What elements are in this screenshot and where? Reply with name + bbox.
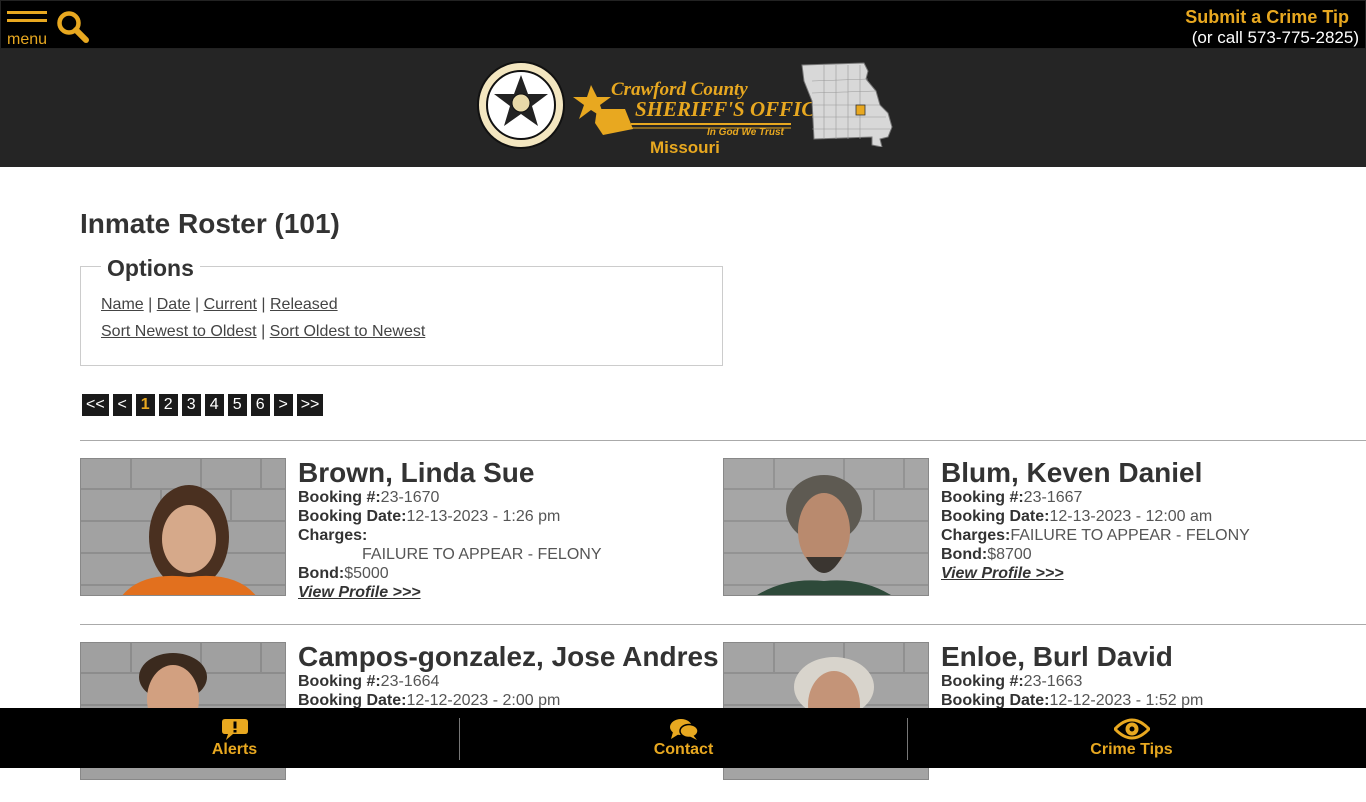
sort-links: Sort Newest to Oldest | Sort Oldest to N… (101, 323, 425, 341)
page-4[interactable]: 4 (204, 394, 224, 416)
sheriff-office-logo[interactable]: Crawford County SHERIFF'S OFFICE In God … (573, 79, 829, 139)
missouri-map-icon (801, 62, 893, 147)
nav-contact-label: Contact (653, 741, 714, 758)
page-prev[interactable]: < (112, 394, 132, 416)
page-first[interactable]: << (82, 394, 109, 416)
pagination: << < 1 2 3 4 5 6 > >> (82, 394, 324, 416)
nav-crime-tips[interactable]: Crime Tips (904, 708, 1359, 768)
inmate-photo[interactable] (723, 458, 929, 596)
inmate-name: Enloe, Burl David (941, 641, 1173, 672)
booking-num: 23-1667 (1023, 489, 1083, 506)
logo-state-text: Missouri (650, 138, 720, 157)
filter-name-link[interactable]: Name (101, 296, 144, 313)
separator: | (256, 323, 270, 340)
eye-icon (1113, 718, 1150, 740)
nav-alerts-label: Alerts (211, 741, 258, 758)
top-bar: menu Submit a Crime Tip (or call 573-775… (0, 0, 1366, 49)
bond-amount: $8700 (987, 546, 1032, 563)
separator: | (256, 296, 270, 313)
charge-item: FAILURE TO APPEAR - FELONY (362, 546, 602, 563)
hamburger-icon-bar (7, 19, 47, 22)
mugshot-placeholder-icon (81, 459, 285, 595)
filter-released-link[interactable]: Released (270, 296, 338, 313)
sort-newest-link[interactable]: Sort Newest to Oldest (101, 323, 257, 340)
menu-label: menu (7, 31, 48, 48)
logo-motto-text: In God We Trust (707, 127, 784, 138)
menu-button[interactable]: menu (7, 11, 47, 49)
page-6[interactable]: 6 (250, 394, 270, 416)
filter-current-link[interactable]: Current (204, 296, 257, 313)
view-profile-link[interactable]: View Profile >>> (941, 564, 1361, 583)
inmate-name: Blum, Keven Daniel (941, 457, 1203, 488)
booking-date-label: Booking Date: (941, 692, 1050, 709)
inmate-card: Blum, Keven Daniel Booking #:23-1667 Boo… (723, 458, 1323, 618)
booking-date: 12-13-2023 - 1:26 pm (406, 508, 561, 525)
alert-bubble-icon (221, 719, 248, 740)
page-5[interactable]: 5 (227, 394, 247, 416)
booking-num-label: Booking #: (941, 489, 1024, 506)
inmate-info: Enloe, Burl David Booking #:23-1663 Book… (941, 642, 1361, 710)
bottom-nav: Alerts Contact Crime Tips (0, 708, 1366, 768)
chat-bubbles-icon (669, 719, 699, 740)
bond-label: Bond: (941, 546, 988, 563)
inmate-name: Campos-gonzalez, Jose Andres (298, 641, 719, 672)
options-legend: Options (101, 255, 200, 282)
options-panel: Options Name | Date | Current | Released… (80, 255, 723, 366)
page-last[interactable]: >> (296, 394, 324, 416)
view-profile-link[interactable]: View Profile >>> (298, 583, 718, 602)
booking-date: 12-13-2023 - 12:00 am (1049, 508, 1213, 525)
bond-amount: $5000 (344, 565, 389, 582)
charges-label: Charges: (941, 527, 1011, 544)
submit-crime-tip-link[interactable]: Submit a Crime Tip (1185, 7, 1349, 28)
inmate-card: Brown, Linda Sue Booking #:23-1670 Booki… (80, 458, 680, 618)
mugshot-placeholder-icon (724, 459, 928, 595)
header-banner: Crawford County SHERIFF'S OFFICE In God … (0, 49, 1366, 167)
page-1[interactable]: 1 (135, 394, 155, 416)
booking-date: 12-12-2023 - 1:52 pm (1049, 692, 1204, 709)
hamburger-icon (7, 11, 47, 14)
bond-label: Bond: (298, 565, 345, 582)
booking-num: 23-1670 (380, 489, 440, 506)
booking-num-label: Booking #: (298, 489, 381, 506)
charge-item: FAILURE TO APPEAR - FELONY (1010, 527, 1250, 544)
booking-date: 12-12-2023 - 2:00 pm (406, 692, 561, 709)
inmate-info: Blum, Keven Daniel Booking #:23-1667 Boo… (941, 458, 1361, 583)
inmate-photo[interactable] (80, 458, 286, 596)
separator: | (190, 296, 204, 313)
page-2[interactable]: 2 (158, 394, 178, 416)
inmate-name: Brown, Linda Sue (298, 457, 535, 488)
divider (80, 624, 1366, 625)
booking-num: 23-1664 (380, 673, 440, 690)
booking-date-label: Booking Date: (298, 692, 407, 709)
charges-label: Charges: (298, 527, 368, 544)
inmate-info: Campos-gonzalez, Jose Andres Booking #:2… (298, 641, 719, 710)
separator: | (143, 296, 157, 313)
filter-links: Name | Date | Current | Released (101, 296, 338, 314)
booking-date-label: Booking Date: (298, 508, 407, 525)
nav-contact[interactable]: Contact (456, 708, 911, 768)
booking-num: 23-1663 (1023, 673, 1083, 690)
nav-alerts[interactable]: Alerts (7, 708, 462, 768)
sheriff-star-seal-icon[interactable] (477, 61, 565, 149)
divider (80, 440, 1366, 441)
search-icon[interactable] (56, 10, 90, 44)
crime-tip-phone[interactable]: (or call 573-775-2825) (1192, 28, 1359, 48)
page-next[interactable]: > (273, 394, 293, 416)
filter-date-link[interactable]: Date (157, 296, 191, 313)
booking-date-label: Booking Date: (941, 508, 1050, 525)
sort-oldest-link[interactable]: Sort Oldest to Newest (270, 323, 426, 340)
booking-num-label: Booking #: (941, 673, 1024, 690)
nav-crime-tips-label: Crime Tips (1090, 741, 1173, 758)
inmate-info: Brown, Linda Sue Booking #:23-1670 Booki… (298, 458, 718, 602)
page-3[interactable]: 3 (181, 394, 201, 416)
page-title: Inmate Roster (101) (80, 208, 340, 239)
booking-num-label: Booking #: (298, 673, 381, 690)
